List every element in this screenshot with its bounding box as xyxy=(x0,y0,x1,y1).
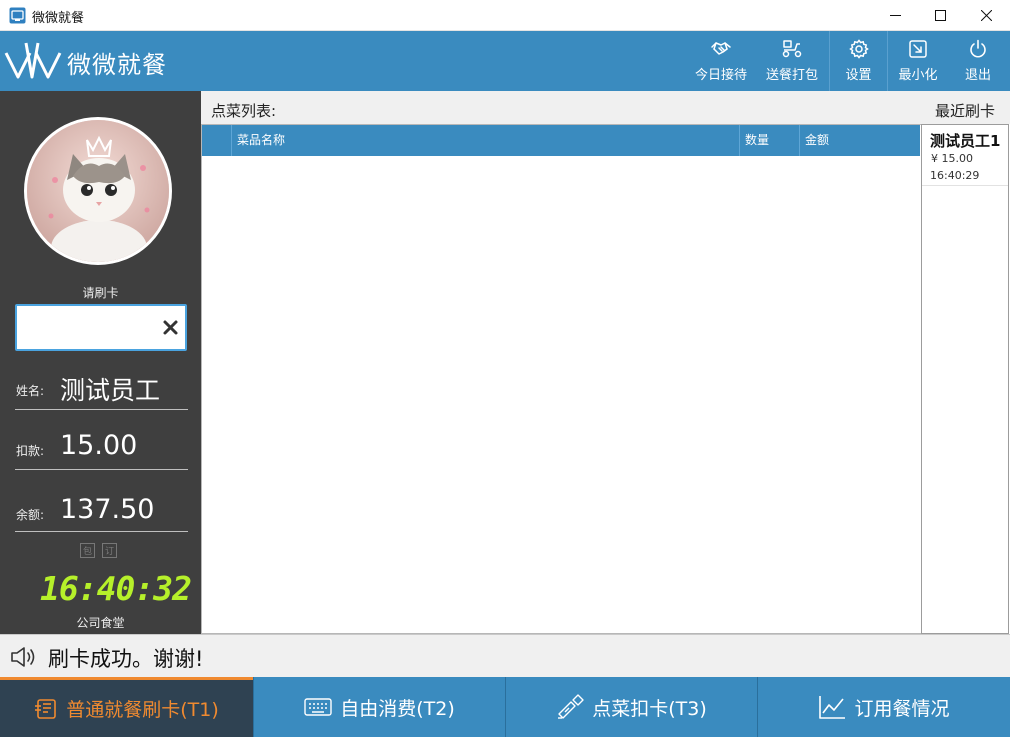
window-titlebar: 微微就餐 xyxy=(0,0,1010,31)
minimize-app-button[interactable]: 最小化 xyxy=(888,31,948,91)
recent-item-amount: ¥ 15.00 xyxy=(931,152,973,165)
name-value: 测试员工 xyxy=(60,376,161,405)
settings-label: 设置 xyxy=(845,68,872,83)
tab-booking-status-label: 订用餐情况 xyxy=(854,697,950,720)
app-header: 微微就餐 今日接待 送餐打包 设置 最小化 退出 xyxy=(0,31,1010,91)
gear-icon xyxy=(848,39,869,59)
settings-button[interactable]: 设置 xyxy=(830,31,887,91)
recent-list: 测试员工1 ¥ 15.00 16:40:29 xyxy=(921,124,1009,634)
mode-tabs: 普通就餐刷卡(T1) 自由消费(T2) 点菜扣卡(T3) 订用餐情况 xyxy=(0,677,1010,737)
left-sidebar: 请刷卡 姓名: 测试员工 扣款: 15.00 余额: 137.50 包 订 16… xyxy=(0,91,201,634)
keyboard-icon xyxy=(304,698,332,716)
line-chart-icon xyxy=(819,696,846,719)
today-reception-label: 今日接待 xyxy=(694,68,747,83)
today-reception-button[interactable]: 今日接待 xyxy=(690,31,752,91)
row-header-cell xyxy=(202,125,232,156)
window-maximize-button[interactable] xyxy=(917,0,963,31)
exit-button[interactable]: 退出 xyxy=(950,31,1006,91)
maximize-icon xyxy=(934,10,946,21)
column-header-amount[interactable]: 金额 xyxy=(799,125,920,156)
minimize-icon xyxy=(889,15,901,16)
deduct-row: 扣款: 15.00 xyxy=(15,425,188,470)
clear-input-icon[interactable] xyxy=(162,319,179,336)
deduct-label: 扣款: xyxy=(16,444,45,458)
card-number-input[interactable] xyxy=(23,314,161,341)
exit-label: 退出 xyxy=(964,68,991,83)
avatar xyxy=(24,117,172,265)
column-header-quantity[interactable]: 数量 xyxy=(739,125,800,156)
name-label: 姓名: xyxy=(16,384,45,398)
tab-free-consumption[interactable]: 自由消费(T2) xyxy=(253,677,505,737)
recent-header: 最近刷卡 xyxy=(921,91,1010,124)
window-minimize-button[interactable] xyxy=(872,0,918,31)
pen-card-icon xyxy=(558,694,584,719)
app-window: 微微就餐 微微就餐 今日接待 送餐打包 设置 最小化 退出 请刷卡 姓名: 测试… xyxy=(0,0,1010,737)
app-icon xyxy=(9,7,26,24)
balance-label: 余额: xyxy=(16,508,45,522)
tab-normal-meal-label: 普通就餐刷卡(T1) xyxy=(66,699,219,721)
tab-free-consumption-label: 自由消费(T2) xyxy=(340,697,455,720)
status-message: 刷卡成功。谢谢! xyxy=(48,647,204,671)
order-table-header: 菜品名称 数量 金额 xyxy=(202,125,920,156)
tab-booking-status[interactable]: 订用餐情况 xyxy=(757,677,1010,737)
order-indicator: 订 xyxy=(102,543,117,558)
balance-row: 余额: 137.50 xyxy=(15,487,188,532)
minimize-arrow-icon xyxy=(909,40,927,58)
order-list-header: 点菜列表: xyxy=(201,91,921,124)
digital-clock: 16:40:32 xyxy=(40,569,192,608)
pack-indicator: 包 xyxy=(80,543,95,558)
delivery-scooter-icon xyxy=(782,40,802,58)
tab-order-deduct-label: 点菜扣卡(T3) xyxy=(592,697,707,720)
name-row: 姓名: 测试员工 xyxy=(15,365,188,410)
status-bar: 刷卡成功。谢谢! xyxy=(0,634,1010,677)
recent-item-name: 测试员工1 xyxy=(930,132,1001,150)
tab-order-deduct[interactable]: 点菜扣卡(T3) xyxy=(505,677,757,737)
recent-item[interactable]: 测试员工1 ¥ 15.00 16:40:29 xyxy=(922,125,1008,186)
window-title: 微微就餐 xyxy=(32,11,85,26)
delivery-pack-button[interactable]: 送餐打包 xyxy=(762,31,822,91)
app-name: 微微就餐 xyxy=(67,51,167,79)
canteen-name: 公司食堂 xyxy=(76,616,125,630)
power-icon xyxy=(970,39,986,58)
minimize-app-label: 最小化 xyxy=(898,68,938,83)
recent-item-time: 16:40:29 xyxy=(930,169,980,182)
order-list-title: 点菜列表: xyxy=(211,102,277,120)
handshake-icon xyxy=(711,42,731,55)
speaker-icon xyxy=(11,647,35,667)
column-header-dish[interactable]: 菜品名称 xyxy=(231,125,740,156)
card-reader-icon xyxy=(35,698,57,719)
recent-title: 最近刷卡 xyxy=(934,102,995,120)
card-number-field[interactable] xyxy=(15,304,187,351)
swipe-prompt: 请刷卡 xyxy=(82,286,119,300)
deduct-value: 15.00 xyxy=(60,430,138,461)
tab-normal-meal[interactable]: 普通就餐刷卡(T1) xyxy=(0,677,253,737)
order-table-body[interactable] xyxy=(202,156,920,633)
balance-value: 137.50 xyxy=(60,494,155,525)
delivery-pack-label: 送餐打包 xyxy=(765,68,818,83)
cat-avatar-image xyxy=(27,120,169,262)
app-logo-icon xyxy=(4,42,62,79)
close-icon xyxy=(980,10,992,21)
window-close-button[interactable] xyxy=(963,0,1009,31)
